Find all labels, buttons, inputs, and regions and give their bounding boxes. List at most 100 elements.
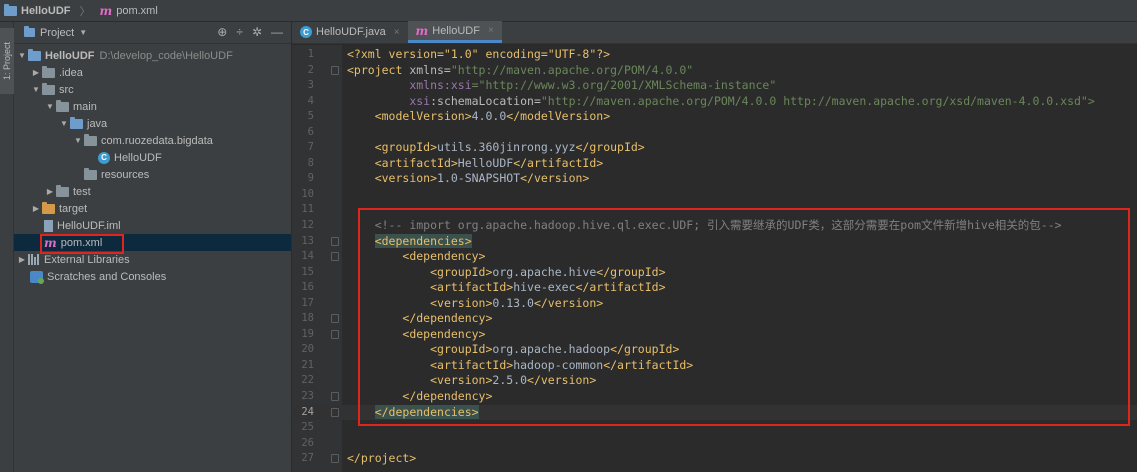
line-number: 24 bbox=[301, 405, 314, 418]
java-class-icon: C bbox=[98, 151, 110, 164]
tree-item-hellodudf-root[interactable]: ▼ HelloUDF D:\develop_code\HelloUDF bbox=[14, 47, 291, 64]
line-number: 1 bbox=[307, 48, 314, 60]
line-number: 4 bbox=[307, 94, 314, 107]
project-tool-window-label: 1: Project bbox=[2, 41, 12, 81]
line-number: 25 bbox=[301, 421, 314, 434]
expanded-arrow-icon[interactable]: ▼ bbox=[16, 51, 28, 60]
tree-item-label: src bbox=[59, 83, 74, 96]
folder-icon bbox=[42, 65, 55, 78]
breadcrumb-project[interactable]: HelloUDF bbox=[21, 5, 71, 17]
source-folder-icon bbox=[70, 116, 83, 129]
tab-hellodudf-pom[interactable]: m HelloUDF × bbox=[407, 21, 502, 43]
expanded-arrow-icon[interactable]: ▼ bbox=[30, 85, 42, 94]
code-text: xsi bbox=[409, 93, 431, 108]
tab-hellodudf-java[interactable]: C HelloUDF.java × bbox=[292, 21, 408, 43]
locate-icon[interactable]: ⊕ bbox=[217, 25, 227, 39]
code-text: </project> bbox=[347, 451, 417, 466]
fold-marker-icon[interactable] bbox=[331, 329, 339, 339]
annotation-box-pom bbox=[40, 234, 124, 254]
code-line: 4 xsi:schemaLocation="http://maven.apach… bbox=[292, 94, 1137, 110]
tree-item-label: target bbox=[59, 202, 88, 215]
editor-tabs: C HelloUDF.java × m HelloUDF × bbox=[292, 21, 1137, 44]
library-icon bbox=[28, 254, 40, 265]
project-view-icon bbox=[24, 26, 35, 37]
collapsed-arrow-icon[interactable]: ▶ bbox=[30, 68, 42, 77]
navigation-bar: HelloUDF 〉 m pom.xml bbox=[0, 0, 1137, 22]
tree-item-test[interactable]: ▶ test bbox=[14, 183, 291, 200]
line-number: 20 bbox=[301, 343, 314, 356]
java-class-icon: C bbox=[300, 26, 312, 38]
tree-item-label: HelloUDF.iml bbox=[57, 219, 121, 232]
collapsed-arrow-icon[interactable]: ▶ bbox=[44, 187, 56, 196]
project-panel-header: Project ▼ ⊕ ÷ ✲ — bbox=[14, 22, 291, 44]
line-number: 6 bbox=[307, 125, 314, 138]
code-line: 2 <project xmlns="http://maven.apache.org… bbox=[292, 63, 1137, 79]
collapsed-arrow-icon[interactable]: ▶ bbox=[16, 255, 28, 264]
code-text: "http://maven.apache.org/POM/4.0.0 http:… bbox=[540, 93, 1095, 108]
fold-marker-icon[interactable] bbox=[331, 65, 339, 75]
tree-item-label: .idea bbox=[59, 66, 83, 79]
gear-icon[interactable]: ✲ bbox=[252, 25, 262, 39]
tree-item-resources[interactable]: resources bbox=[14, 166, 291, 183]
code-line: 1 <?xml version="1.0" encoding="UTF-8"?> bbox=[292, 47, 1137, 63]
line-number: 11 bbox=[301, 203, 314, 216]
tree-item-java[interactable]: ▼ java bbox=[14, 115, 291, 132]
breadcrumb: HelloUDF 〉 m pom.xml bbox=[4, 3, 158, 19]
tree-item-target[interactable]: ▶ target bbox=[14, 200, 291, 217]
fold-marker-icon[interactable] bbox=[331, 454, 339, 464]
line-number: 27 bbox=[301, 452, 314, 465]
code-line: 6 bbox=[292, 125, 1137, 141]
code-line: 9 <version>1.0-SNAPSHOT</version> bbox=[292, 171, 1137, 187]
tab-label: HelloUDF.java bbox=[316, 26, 386, 38]
line-number: 8 bbox=[307, 156, 314, 169]
tree-item-main[interactable]: ▼ main bbox=[14, 98, 291, 115]
project-view-selector[interactable]: Project ▼ bbox=[24, 26, 88, 39]
expanded-arrow-icon[interactable]: ▼ bbox=[58, 119, 70, 128]
code-text: xmlns= bbox=[409, 62, 451, 77]
line-number: 26 bbox=[301, 436, 314, 449]
hide-panel-icon[interactable]: — bbox=[271, 25, 283, 39]
line-number: 18 bbox=[301, 312, 314, 325]
tree-item-iml[interactable]: HelloUDF.iml bbox=[14, 217, 291, 234]
tree-item-scratches[interactable]: Scratches and Consoles bbox=[14, 268, 291, 285]
project-view-label: Project bbox=[40, 26, 75, 39]
tree-item-label: test bbox=[73, 185, 91, 198]
code-text: </groupId> bbox=[575, 140, 645, 155]
line-number: 3 bbox=[307, 79, 314, 92]
line-number: 9 bbox=[307, 172, 314, 185]
expanded-arrow-icon[interactable]: ▼ bbox=[72, 136, 84, 145]
fold-marker-icon[interactable] bbox=[331, 252, 339, 262]
tree-item-hellodudf-class[interactable]: C HelloUDF bbox=[14, 149, 291, 166]
tree-item-idea[interactable]: ▶ .idea bbox=[14, 64, 291, 81]
line-number: 17 bbox=[301, 296, 314, 309]
scratches-icon bbox=[30, 270, 44, 284]
tree-item-package[interactable]: ▼ com.ruozedata.bigdata bbox=[14, 132, 291, 149]
code-text: :schemaLocation= bbox=[430, 93, 541, 108]
line-number: 10 bbox=[301, 187, 314, 200]
resources-folder-icon bbox=[84, 167, 97, 180]
fold-marker-icon[interactable] bbox=[331, 407, 339, 417]
chevron-down-icon: ▼ bbox=[79, 28, 88, 37]
fold-marker-icon[interactable] bbox=[331, 314, 339, 324]
close-icon[interactable]: × bbox=[488, 25, 494, 36]
code-text: utils.360jinrong.yyz bbox=[437, 140, 576, 155]
fold-marker-icon[interactable] bbox=[331, 236, 339, 246]
maven-file-icon: m bbox=[415, 23, 429, 38]
expanded-arrow-icon[interactable]: ▼ bbox=[44, 102, 56, 111]
code-text: </artifactId> bbox=[513, 155, 604, 170]
breadcrumb-separator-icon: 〉 bbox=[79, 5, 91, 18]
collapsed-arrow-icon[interactable]: ▶ bbox=[30, 204, 42, 213]
project-tool-window-tab[interactable]: 1: Project bbox=[0, 28, 14, 94]
collapse-all-icon[interactable]: ÷ bbox=[236, 25, 243, 39]
code-text: 4.0.0 bbox=[471, 109, 507, 124]
fold-marker-icon[interactable] bbox=[331, 392, 339, 402]
code-line: 27 </project> bbox=[292, 451, 1137, 467]
excluded-folder-icon bbox=[42, 201, 55, 214]
project-panel-toolbar: ⊕ ÷ ✲ — bbox=[217, 25, 283, 39]
code-line: 8 <artifactId>HelloUDF</artifactId> bbox=[292, 156, 1137, 172]
tree-item-src[interactable]: ▼ src bbox=[14, 81, 291, 98]
close-icon[interactable]: × bbox=[394, 27, 400, 38]
breadcrumb-file[interactable]: pom.xml bbox=[116, 5, 158, 17]
folder-icon bbox=[56, 99, 69, 112]
tree-item-label: HelloUDF bbox=[45, 49, 95, 62]
